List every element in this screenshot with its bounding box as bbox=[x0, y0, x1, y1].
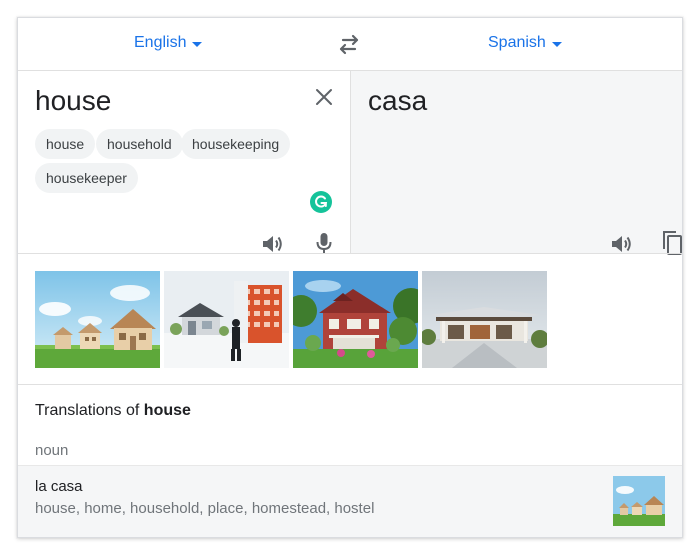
part-of-speech-label: noun bbox=[35, 442, 69, 459]
source-language-label: English bbox=[134, 34, 187, 51]
translation-synonyms: house, home, household, place, homestead… bbox=[35, 500, 375, 517]
translations-heading-prefix: Translations of bbox=[35, 402, 144, 419]
suggestion-chip[interactable]: housekeeping bbox=[181, 129, 291, 159]
source-panel: house house household housekeeping house… bbox=[18, 71, 350, 254]
source-language-selector[interactable]: English bbox=[134, 34, 203, 52]
modern-villa-image[interactable] bbox=[422, 271, 547, 368]
red-house-image[interactable] bbox=[293, 271, 418, 368]
suggestion-chip[interactable]: household bbox=[96, 129, 183, 159]
translate-card: English Spanish house house household ho… bbox=[17, 17, 683, 538]
toy-houses-image[interactable] bbox=[35, 271, 160, 368]
target-language-selector[interactable]: Spanish bbox=[488, 34, 562, 52]
translations-heading: Translations of house bbox=[35, 402, 191, 420]
suggestion-chip[interactable]: housekeeper bbox=[35, 163, 138, 193]
grammarly-icon[interactable] bbox=[310, 191, 332, 213]
translated-text: casa bbox=[368, 85, 428, 116]
translations-heading-word: house bbox=[143, 402, 191, 419]
toy-houses-image[interactable] bbox=[613, 476, 665, 526]
target-panel: casa bbox=[350, 71, 682, 255]
close-icon[interactable] bbox=[314, 87, 334, 107]
image-results-row bbox=[18, 254, 682, 385]
suggestion-chip[interactable]: house bbox=[35, 129, 96, 159]
translation-entry[interactable]: la casa house, home, household, place, h… bbox=[18, 465, 682, 537]
translation-word: la casa bbox=[35, 478, 83, 495]
language-bar: English Spanish bbox=[18, 18, 682, 71]
target-language-label: Spanish bbox=[488, 34, 546, 51]
chevron-down-icon bbox=[551, 42, 562, 47]
architecture-model-image[interactable] bbox=[164, 271, 289, 368]
chevron-down-icon bbox=[192, 42, 203, 47]
source-text-input[interactable]: house bbox=[35, 85, 111, 117]
swap-arrows-icon[interactable] bbox=[337, 34, 361, 56]
